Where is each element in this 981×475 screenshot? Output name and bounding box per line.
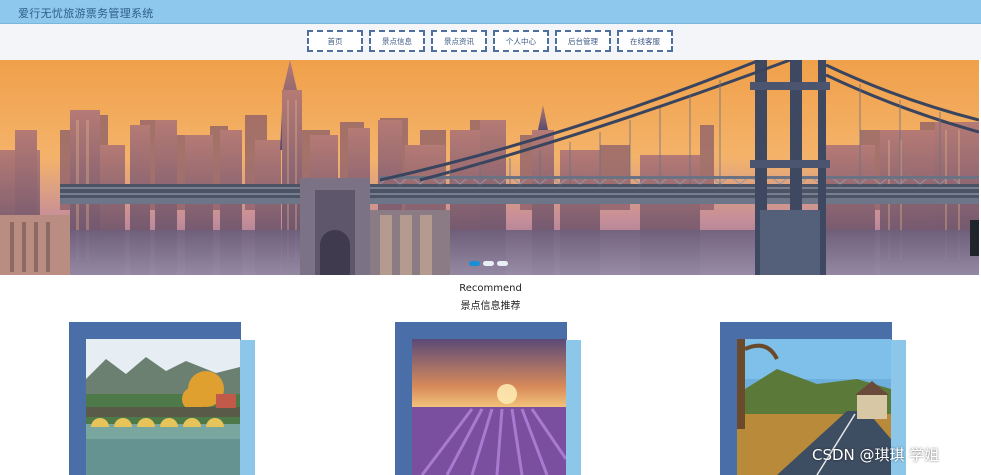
nav-news[interactable]: 景点资讯 — [431, 30, 487, 52]
attraction-card-2[interactable] — [395, 322, 585, 475]
carousel-dot-1[interactable] — [469, 261, 480, 266]
section-title-zh: 景点信息推荐 — [460, 301, 521, 312]
nav-items: 首页 景点信息 景点资讯 个人中心 后台管理 在线客服 — [307, 30, 673, 52]
attraction-image-2[interactable] — [412, 339, 566, 475]
nav-admin[interactable]: 后台管理 — [555, 30, 611, 52]
page: 爱行无忧旅游票务管理系统 首页 景点信息 景点资讯 个人中心 后台管理 在线客服 — [0, 0, 981, 475]
carousel-dot-2[interactable] — [483, 261, 494, 266]
section-title-en: Recommend — [459, 283, 522, 294]
nav-support[interactable]: 在线客服 — [617, 30, 673, 52]
banner-next-arrow[interactable] — [970, 220, 979, 256]
attraction-card-1[interactable] — [69, 322, 259, 475]
site-title: 爱行无忧旅游票务管理系统 — [18, 7, 154, 20]
nav-home[interactable]: 首页 — [307, 30, 363, 52]
top-header: 爱行无忧旅游票务管理系统 — [0, 0, 981, 24]
banner-city-bridge-image — [0, 60, 979, 275]
nav-profile[interactable]: 个人中心 — [493, 30, 549, 52]
carousel-dots — [469, 261, 508, 266]
main-nav: 首页 景点信息 景点资讯 个人中心 后台管理 在线客服 — [0, 24, 981, 60]
attraction-image-1[interactable] — [86, 339, 240, 475]
nav-attractions[interactable]: 景点信息 — [369, 30, 425, 52]
csdn-watermark: CSDN @琪琪 学姐 — [812, 446, 940, 464]
carousel-dot-3[interactable] — [497, 261, 508, 266]
hero-banner-carousel[interactable] — [0, 60, 979, 275]
